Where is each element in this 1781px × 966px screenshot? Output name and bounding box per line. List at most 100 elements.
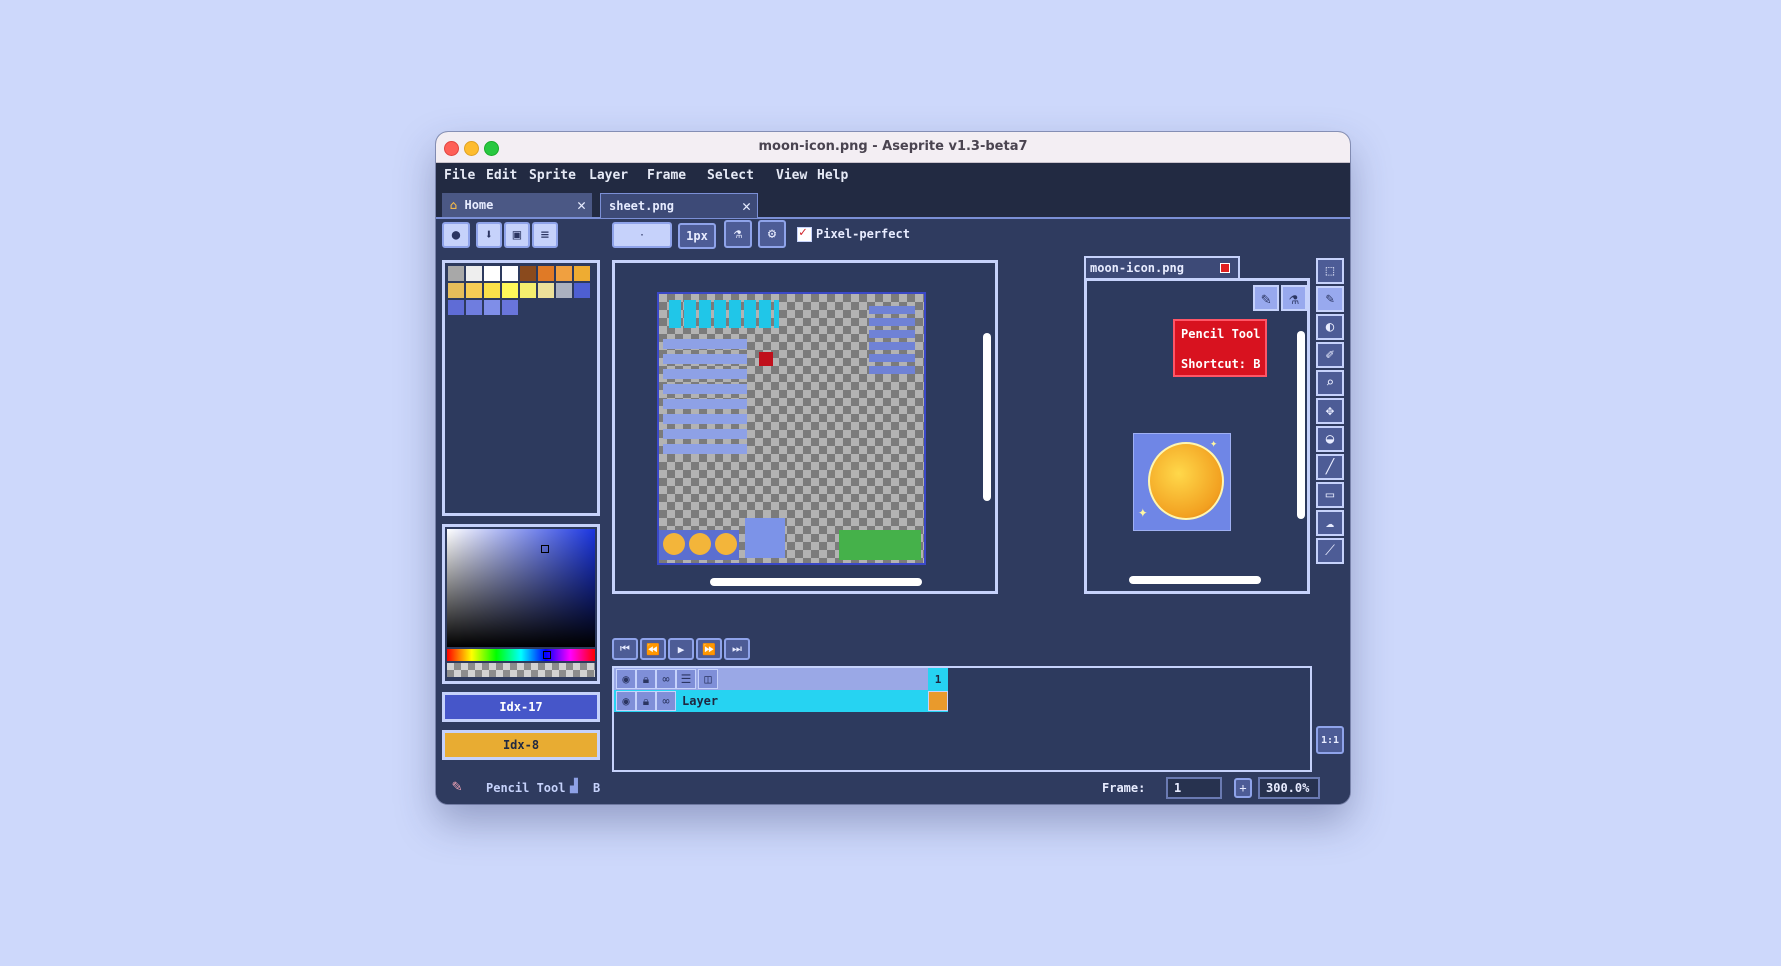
menu-layer[interactable]: Layer	[589, 168, 628, 183]
palette-swatch[interactable]	[484, 300, 500, 315]
last-frame-button[interactable]: ⏭	[724, 638, 750, 660]
hue-slider[interactable]	[447, 649, 595, 661]
moon-sprite-icon	[663, 533, 685, 555]
vertical-scrollbar[interactable]	[983, 333, 991, 501]
brush-type-button[interactable]: ·	[612, 222, 672, 248]
palette-swatch[interactable]	[538, 283, 554, 298]
palette-swatch[interactable]	[574, 266, 590, 281]
marquee-tool-icon[interactable]: ⬚	[1316, 258, 1344, 284]
sparkle-icon: ✦	[1138, 502, 1148, 521]
menu-frame[interactable]: Frame	[647, 168, 686, 183]
eyedropper-tool-icon[interactable]: ✐	[1316, 342, 1344, 368]
first-frame-icon: ⏮	[620, 642, 630, 655]
tab-sheet-close-icon[interactable]: ✕	[742, 197, 751, 215]
palette-swatch[interactable]	[448, 283, 464, 298]
continuous-icon[interactable]: ∞	[656, 669, 676, 689]
rectangle-tool-icon[interactable]: ▭	[1316, 482, 1344, 508]
palette-swatch[interactable]	[448, 300, 464, 315]
hue-cursor[interactable]	[543, 651, 551, 659]
dynamics-icon: ⚙	[767, 226, 777, 242]
foreground-color-button[interactable]: Idx-17	[442, 692, 600, 722]
palette-load-button[interactable]: ⬇	[476, 222, 502, 248]
pencil-icon[interactable]: ✎	[1253, 285, 1279, 311]
palette-swatch[interactable]	[502, 283, 518, 298]
brush-size-value: 1px	[686, 229, 708, 243]
palette-swatch[interactable]	[448, 266, 464, 281]
next-frame-button[interactable]: ⏩	[696, 638, 722, 660]
palette-swatch[interactable]	[466, 283, 482, 298]
tab-home-close-icon[interactable]: ✕	[577, 196, 586, 214]
preview-editor[interactable]: ✎ ⚗ Pencil Tool Shortcut: B ✦ ✦	[1084, 278, 1310, 594]
menu-help[interactable]: Help	[817, 168, 848, 183]
menu-view[interactable]: View	[776, 168, 807, 183]
layer-visibility-icon[interactable]: ◉	[616, 691, 636, 711]
palette-swatch[interactable]	[466, 266, 482, 281]
cel-thumbnail[interactable]	[928, 691, 948, 711]
preview-h-scrollbar[interactable]	[1129, 576, 1261, 584]
lock-icon[interactable]: 🔒︎	[636, 669, 656, 689]
first-frame-button[interactable]: ⏮	[612, 638, 638, 660]
color-bar-menu-button[interactable]: ●	[442, 222, 470, 248]
sv-cursor[interactable]	[541, 545, 549, 553]
tab-sheet[interactable]: sheet.png ✕	[600, 193, 758, 218]
palette-swatch[interactable]	[484, 283, 500, 298]
menu-sprite[interactable]: Sprite	[529, 168, 576, 183]
play-button[interactable]: ▶	[668, 638, 694, 660]
palette-swatch[interactable]	[538, 266, 554, 281]
fill-tool-icon[interactable]: ◒	[1316, 426, 1344, 452]
menu-file[interactable]: File	[444, 168, 475, 183]
layer-lock-icon[interactable]: 🔒︎	[636, 691, 656, 711]
palette-swatch[interactable]	[520, 266, 536, 281]
palette-swatch[interactable]	[556, 266, 572, 281]
zoom-1-1-button[interactable]: 1:1	[1316, 726, 1344, 754]
zoom-field[interactable]: 300.0%	[1258, 777, 1320, 799]
layer-continuous-icon[interactable]: ∞	[656, 691, 676, 711]
onion-skin-icon[interactable]: ◫	[698, 669, 718, 689]
add-frame-button[interactable]: +	[1234, 778, 1252, 798]
zoom-tool-icon[interactable]: ⌕	[1316, 370, 1344, 396]
saturation-value-field[interactable]	[447, 529, 595, 647]
eraser-tool-icon[interactable]: ◐	[1316, 314, 1344, 340]
pixel-perfect-checkbox[interactable]: ✓	[797, 225, 812, 242]
palette-swatch[interactable]	[574, 283, 590, 298]
palette-swatch[interactable]	[466, 300, 482, 315]
palette-swatch[interactable]	[484, 266, 500, 281]
palette-swatch[interactable]	[520, 283, 536, 298]
timeline-header-row: ◉ 🔒︎ ∞ ☰ ◫ 1	[614, 668, 948, 690]
ink-type-button[interactable]: ⚗	[724, 220, 752, 248]
palette-save-button[interactable]: ▣	[504, 222, 530, 248]
previous-frame-button[interactable]: ⏪	[640, 638, 666, 660]
palette-swatch[interactable]	[502, 266, 518, 281]
palette-swatch[interactable]	[502, 300, 518, 315]
status-bar: ✎ Pencil Tool ▟ B Frame: 1 + 300.0%	[436, 772, 1350, 804]
brush-dynamics-button[interactable]: ⚙	[758, 220, 786, 248]
preview-tab[interactable]: moon-icon.png	[1084, 256, 1240, 278]
preview-v-scrollbar[interactable]	[1297, 331, 1305, 519]
visibility-eye-icon[interactable]: ◉	[616, 669, 636, 689]
tab-home[interactable]: ⌂ Home ✕	[442, 193, 592, 217]
save-icon: ▣	[512, 227, 522, 243]
line-tool-icon[interactable]: ╱	[1316, 454, 1344, 480]
ratio-label: 1:1	[1320, 734, 1340, 746]
blur-tool-icon[interactable]: ⟋	[1316, 538, 1344, 564]
palette-options-button[interactable]: ≡	[532, 222, 558, 248]
background-color-button[interactable]: Idx-8	[442, 730, 600, 760]
alpha-slider[interactable]	[447, 663, 595, 677]
layer-row[interactable]: ◉ 🔒︎ ∞ Layer	[614, 690, 948, 712]
moon-sprite-icon	[689, 533, 711, 555]
menu-edit[interactable]: Edit	[486, 168, 517, 183]
layers-icon[interactable]: ☰	[676, 669, 696, 689]
plus-icon: +	[1239, 781, 1247, 795]
move-tool-icon[interactable]: ✥	[1316, 398, 1344, 424]
spray-icon[interactable]: ⚗	[1281, 285, 1307, 311]
sprite-sheet-canvas[interactable]	[657, 292, 926, 565]
contour-tool-icon[interactable]: ☁	[1316, 510, 1344, 536]
frame-header-1[interactable]: 1	[928, 668, 948, 690]
pencil-tool-icon[interactable]: ✎	[1316, 286, 1344, 312]
brush-size-field[interactable]: 1px	[678, 223, 716, 249]
menu-select[interactable]: Select	[707, 168, 754, 183]
frame-field[interactable]: 1	[1166, 777, 1222, 799]
palette-swatch[interactable]	[556, 283, 572, 298]
horizontal-scrollbar[interactable]	[710, 578, 922, 586]
sprite-editor[interactable]	[612, 260, 998, 594]
